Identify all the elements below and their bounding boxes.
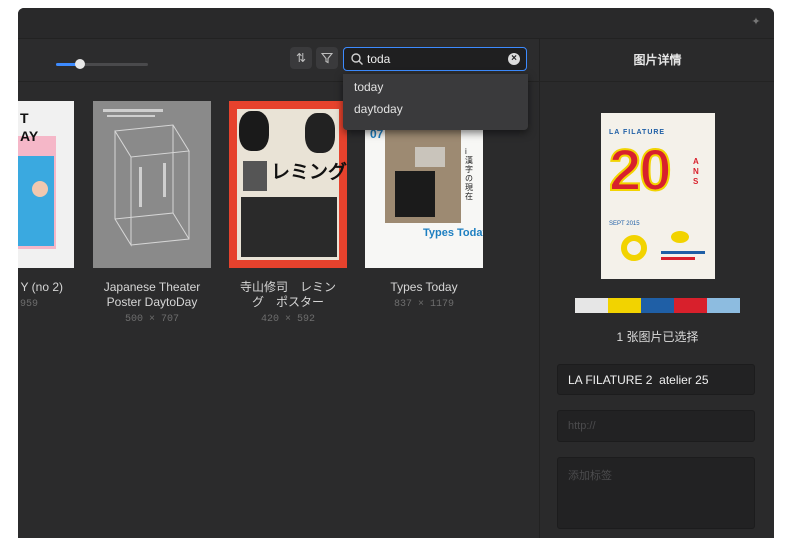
zoom-slider-knob[interactable]	[74, 59, 85, 69]
poster-text: T AY	[20, 110, 39, 144]
preview-label: LA FILATURE	[609, 129, 666, 136]
search-suggestions: today daytoday	[343, 74, 528, 130]
item-title: 寺山修司 レミン グ ポスター	[228, 280, 348, 310]
image-thumbnail[interactable]: レミング	[229, 101, 347, 268]
preview-date: SEPT 2015	[609, 221, 640, 227]
sort-icon: ⇅	[295, 51, 307, 65]
zoom-slider[interactable]	[56, 59, 148, 69]
search-input[interactable]	[367, 50, 507, 68]
palette-swatch[interactable]	[575, 298, 608, 313]
item-title: Types Today	[390, 280, 458, 294]
tags-field[interactable]: 添加标签	[557, 457, 755, 529]
tags-placeholder: 添加标签	[568, 470, 612, 482]
preview-side: ANS	[693, 157, 699, 186]
palette-swatch[interactable]	[674, 298, 707, 313]
wireframe-cube-art	[103, 109, 190, 247]
item-dimensions: 837 × 1179	[393, 299, 454, 310]
suggestion-daytoday[interactable]: daytoday	[354, 102, 403, 116]
item-dimensions: 959	[19, 299, 38, 310]
item-title-line: Japanese Theater	[103, 280, 201, 294]
name-field-value: LA FILATURE 2 atelier 25	[568, 373, 709, 387]
item-title-line: グ ポスター	[251, 295, 324, 309]
name-field[interactable]: LA FILATURE 2 atelier 25	[557, 364, 755, 395]
image-thumbnail[interactable]: T AY	[18, 101, 74, 268]
url-placeholder: http://	[568, 420, 596, 432]
item-title-line: 寺山修司 レミン	[239, 280, 336, 294]
item-title: Y (no 2)	[20, 280, 63, 294]
selection-count: 1 张图片已选择	[616, 330, 699, 344]
search-icon	[351, 53, 363, 65]
palette-swatch[interactable]	[608, 298, 641, 313]
suggestion-today[interactable]: today	[354, 80, 383, 94]
item-title-line: Poster DaytoDay	[106, 295, 198, 309]
sort-button[interactable]: ⇅	[290, 47, 312, 69]
pin-icon[interactable]: ✦	[750, 16, 762, 28]
item-dimensions: 420 × 592	[260, 314, 315, 325]
item-dimensions: 500 × 707	[124, 314, 179, 325]
side-text: i 漢字の現在	[465, 147, 473, 201]
panel-title: 图片详情	[540, 39, 774, 82]
app-window: ✦ ⇅ × today daytoday T AY	[18, 8, 774, 538]
filter-button[interactable]	[316, 47, 338, 69]
image-thumbnail[interactable]	[93, 101, 211, 268]
image-grid: T AY Y (no 2) 959 Japanese Theater Poste…	[18, 82, 539, 538]
search-box[interactable]: ×	[343, 47, 527, 71]
cover-caption: Types Today	[423, 227, 483, 239]
url-field[interactable]: http://	[557, 410, 755, 442]
details-panel: 图片详情 LA FILATURE 20 ANS SEPT 2015 1 张图片已…	[539, 39, 774, 538]
palette-swatch[interactable]	[641, 298, 674, 313]
preview-number: 20	[608, 138, 672, 203]
item-title: Japanese Theater Poster DaytoDay	[92, 280, 212, 310]
clear-search-icon[interactable]: ×	[508, 53, 520, 65]
filter-icon	[320, 52, 334, 64]
palette-swatch[interactable]	[707, 298, 740, 313]
preview-image[interactable]: LA FILATURE 20 ANS SEPT 2015	[601, 113, 715, 279]
poster-title: レミング	[271, 162, 347, 183]
title-bar: ✦	[18, 8, 774, 39]
